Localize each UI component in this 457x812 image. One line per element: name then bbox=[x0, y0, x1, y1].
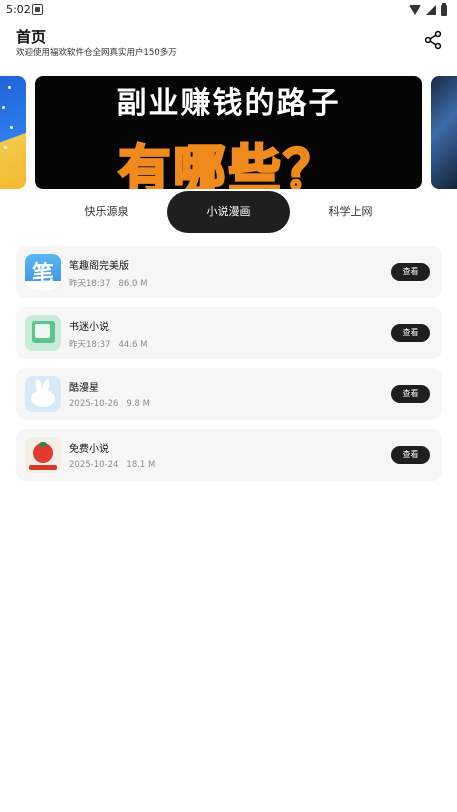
app-date: 昨天18:37 bbox=[69, 279, 111, 289]
banner-card-current[interactable]: 副业赚钱的路子 有哪些？ bbox=[35, 76, 422, 189]
app-meta: 2025-10-26 9.8 M bbox=[69, 399, 150, 409]
app-date: 昨天18:37 bbox=[69, 340, 111, 350]
app-date: 2025-10-26 bbox=[69, 399, 119, 409]
tab-novels-comics[interactable]: 小说漫画 bbox=[167, 191, 290, 233]
tab-science-internet[interactable]: 科学上网 bbox=[308, 191, 393, 233]
biquge-app-icon: 笔 bbox=[25, 254, 61, 290]
battery-icon bbox=[441, 2, 447, 16]
page-title: 首页 bbox=[16, 28, 47, 46]
app-name: 免费小说 bbox=[69, 444, 109, 455]
header: 首页 欢迎使用福欢软件仓全网真实用户150多万 bbox=[0, 22, 457, 62]
tomato-app-icon bbox=[25, 437, 61, 473]
list-item[interactable]: 免费小说 2025-10-24 18.1 M 查看 bbox=[16, 429, 442, 481]
rabbit-app-icon bbox=[25, 376, 61, 412]
notification-app-icon bbox=[32, 4, 43, 15]
status-bar: 5:02 bbox=[0, 0, 457, 20]
app-size: 86.0 M bbox=[118, 279, 148, 289]
app-meta: 昨天18:37 86.0 M bbox=[69, 277, 147, 289]
status-icons bbox=[409, 2, 447, 16]
banner-card-previous[interactable] bbox=[0, 76, 26, 189]
view-button[interactable]: 查看 bbox=[391, 324, 430, 342]
view-button[interactable]: 查看 bbox=[391, 446, 430, 464]
app-name: 笔趣阁完美版 bbox=[69, 261, 129, 272]
share-icon bbox=[424, 30, 442, 50]
view-button[interactable]: 查看 bbox=[391, 385, 430, 403]
page-subtitle: 欢迎使用福欢软件仓全网真实用户150多万 bbox=[16, 48, 177, 58]
category-tabs: 快乐源泉 小说漫画 科学上网 bbox=[0, 191, 457, 233]
app-meta: 昨天18:37 44.6 M bbox=[69, 338, 147, 350]
app-size: 9.8 M bbox=[126, 399, 150, 409]
app-meta: 2025-10-24 18.1 M bbox=[69, 460, 155, 470]
tab-happy-source[interactable]: 快乐源泉 bbox=[64, 191, 149, 233]
view-button[interactable]: 查看 bbox=[391, 263, 430, 281]
banner-card-next[interactable] bbox=[431, 76, 457, 189]
book-app-icon bbox=[25, 315, 61, 351]
banner-headline: 副业赚钱的路子 bbox=[116, 86, 341, 121]
app-list: 笔 笔趣阁完美版 昨天18:37 86.0 M 查看 书迷小说 昨天18:37 44… bbox=[16, 246, 442, 490]
app-size: 18.1 M bbox=[126, 460, 156, 470]
signal-icon bbox=[426, 5, 436, 15]
list-item[interactable]: 书迷小说 昨天18:37 44.6 M 查看 bbox=[16, 307, 442, 359]
list-item[interactable]: 笔 笔趣阁完美版 昨天18:37 86.0 M 查看 bbox=[16, 246, 442, 298]
banner-carousel[interactable]: 副业赚钱的路子 有哪些？ bbox=[0, 76, 457, 189]
banner-subheadline: 有哪些？ bbox=[117, 140, 339, 190]
app-name: 酷漫星 bbox=[69, 383, 99, 394]
wifi-icon bbox=[409, 5, 421, 15]
app-size: 44.6 M bbox=[118, 340, 148, 350]
share-button[interactable] bbox=[423, 30, 443, 50]
app-name: 书迷小说 bbox=[69, 322, 109, 333]
list-item[interactable]: 酷漫星 2025-10-26 9.8 M 查看 bbox=[16, 368, 442, 420]
status-time: 5:02 bbox=[6, 3, 31, 16]
app-date: 2025-10-24 bbox=[69, 460, 119, 470]
